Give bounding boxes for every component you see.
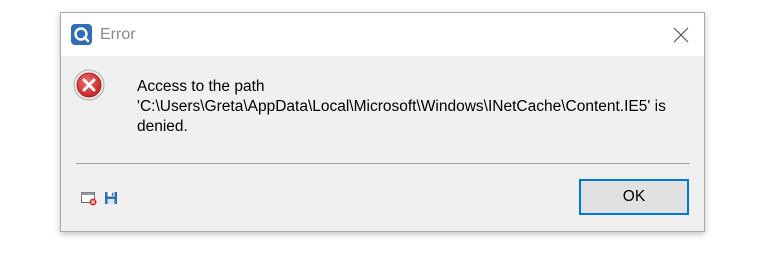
close-button[interactable]	[658, 13, 704, 56]
save-icon[interactable]	[103, 190, 119, 206]
title-bar: Error	[61, 13, 704, 56]
app-logo-icon	[71, 24, 92, 45]
window-title: Error	[100, 26, 136, 43]
ok-button[interactable]: OK	[579, 179, 689, 215]
window-error-icon[interactable]	[81, 190, 97, 206]
error-dialog: Error Access to the path 'C:\Users\Greta…	[60, 12, 705, 232]
close-icon	[673, 27, 689, 43]
error-x-icon	[73, 69, 105, 101]
separator	[76, 163, 690, 164]
error-message: Access to the path 'C:\Users\Greta\AppDa…	[137, 78, 666, 135]
